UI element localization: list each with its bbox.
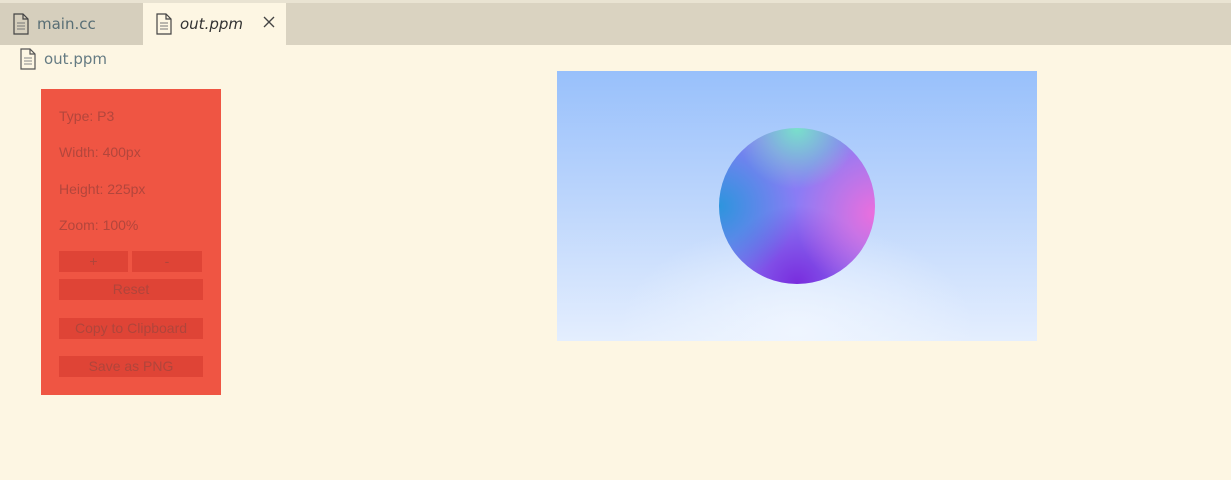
breadcrumb-label: out.ppm (44, 50, 107, 68)
zoom-in-button[interactable]: + (59, 251, 128, 272)
copy-to-clipboard-button[interactable]: Copy to Clipboard (59, 318, 203, 339)
breadcrumb[interactable]: out.ppm (19, 48, 107, 70)
file-icon (20, 48, 36, 70)
image-width-label: Width: 400px (59, 144, 141, 160)
tab-label: out.ppm (180, 15, 243, 33)
tab-label: main.cc (37, 15, 96, 33)
rendered-sphere (719, 128, 875, 284)
tab-main-cc[interactable]: main.cc (0, 3, 143, 45)
save-as-png-button[interactable]: Save as PNG (59, 356, 203, 377)
tab-out-ppm[interactable]: out.ppm (143, 3, 286, 45)
file-icon (13, 13, 29, 35)
image-type-label: Type: P3 (59, 108, 115, 124)
image-info-panel: Type: P3 Width: 400px Height: 225px Zoom… (41, 89, 221, 395)
file-icon (156, 13, 172, 35)
reset-button[interactable]: Reset (59, 279, 203, 300)
close-icon[interactable] (262, 15, 276, 29)
zoom-level-label: Zoom: 100% (59, 217, 139, 233)
image-height-label: Height: 225px (59, 181, 146, 197)
zoom-out-button[interactable]: - (132, 251, 202, 272)
tab-bar: main.cc out.ppm (0, 3, 1231, 45)
image-viewer[interactable] (557, 71, 1037, 341)
